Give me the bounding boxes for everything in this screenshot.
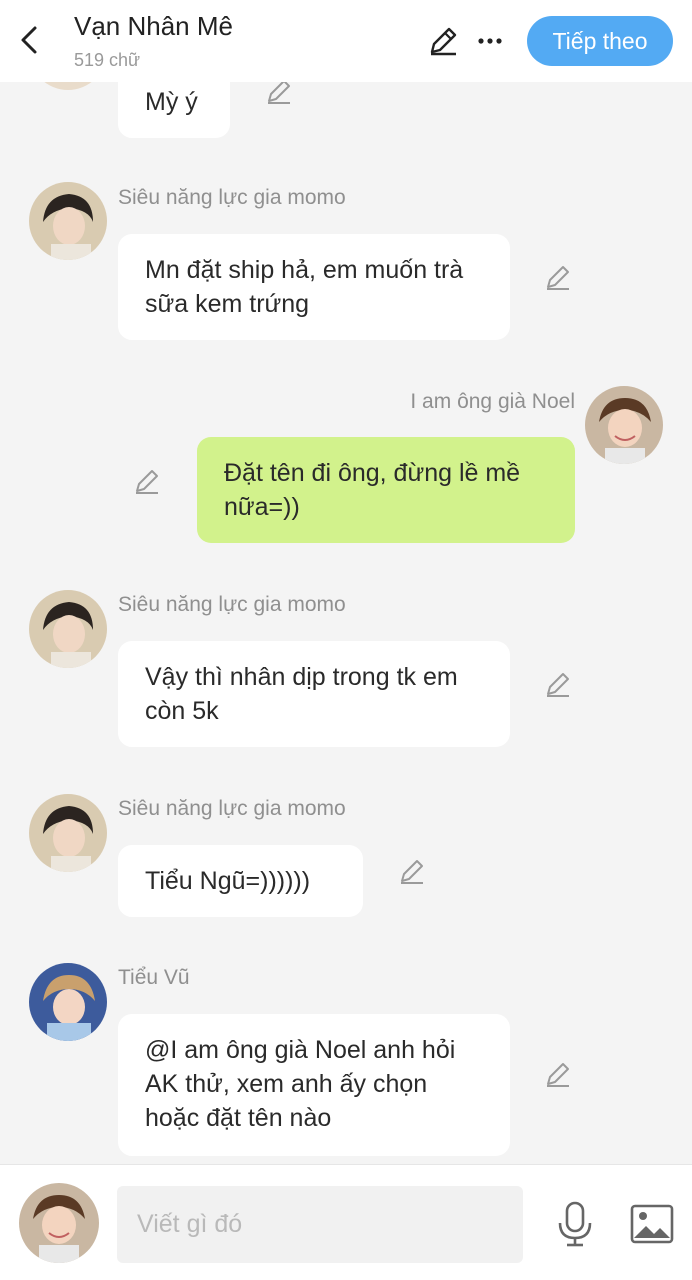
top-bar: Vạn Nhân Mê 519 chữ Tiếp theo [0,0,692,82]
back-arrow-icon[interactable] [14,22,44,58]
composer-bar [0,1164,692,1280]
microphone-icon[interactable] [552,1198,598,1250]
edit-pencil-icon[interactable] [395,854,429,888]
sender-name: Siêu năng lực gia momo [118,186,346,209]
edit-pencil-icon[interactable] [541,667,575,701]
message-text: Tiểu Ngũ=)))))) [145,867,311,895]
message-text: Đặt tên đi ông, đừng lề mề nữa=)) [224,459,521,521]
pencil-icon[interactable] [424,22,462,60]
edit-pencil-icon[interactable] [541,260,575,294]
sender-avatar[interactable] [585,386,663,464]
current-user-avatar[interactable] [19,1183,99,1263]
sender-avatar[interactable] [29,963,107,1041]
sender-avatar[interactable] [29,182,107,260]
page-title: Vạn Nhân Mê [74,11,233,41]
sender-avatar[interactable] [29,794,107,872]
word-count: 519 chữ [74,50,141,70]
message-text: Mn đặt ship hả, em muốn trà sữa kem trứn… [145,256,464,318]
sender-name: Tiểu Vũ [118,966,190,989]
message-text: Mỳ ý [145,88,198,116]
message-bubble[interactable]: Đặt tên đi ông, đừng lề mề nữa=)) [197,437,575,543]
message-input[interactable] [117,1186,523,1263]
edit-pencil-icon[interactable] [130,464,164,498]
edit-pencil-icon[interactable] [541,1057,575,1091]
message-text: Vậy thì nhân dịp trong tk em còn 5k [145,663,458,725]
image-icon[interactable] [627,1201,677,1247]
sender-avatar[interactable] [29,590,107,668]
message-text: @I am ông già Noel anh hỏi AK thử, xem a… [145,1036,456,1132]
message-bubble[interactable]: Tiểu Ngũ=)))))) [118,845,363,917]
sender-name: I am ông già Noel [410,390,575,413]
sender-name: Siêu năng lực gia momo [118,797,346,820]
message-bubble[interactable]: @I am ông già Noel anh hỏi AK thử, xem a… [118,1014,510,1156]
message-bubble[interactable]: Mn đặt ship hả, em muốn trà sữa kem trứn… [118,234,510,340]
chat-area[interactable]: Mỳ ý Siêu năng lực gia momo Mn đặt ship … [0,0,692,1164]
next-button[interactable]: Tiếp theo [527,16,673,66]
more-icon[interactable] [470,22,510,60]
message-bubble[interactable]: Vậy thì nhân dịp trong tk em còn 5k [118,641,510,747]
sender-name: Siêu năng lực gia momo [118,593,346,616]
